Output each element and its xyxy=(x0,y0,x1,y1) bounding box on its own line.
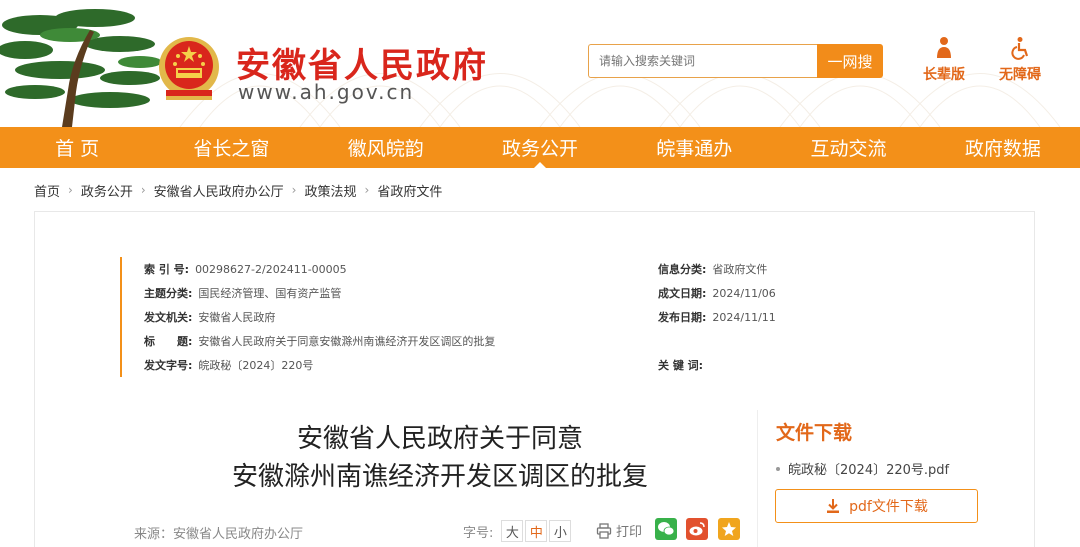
weibo-icon xyxy=(689,522,705,536)
meta-published-label: 发布日期: xyxy=(658,311,707,324)
meta-docno-value: 皖政秘〔2024〕220号 xyxy=(198,359,314,372)
font-large-button[interactable]: 大 xyxy=(501,520,524,542)
meta-issuer: 发文机关: 安徽省人民政府 xyxy=(144,309,275,325)
chevron-right-icon: › xyxy=(364,183,370,197)
elder-mode-label: 长辈版 xyxy=(923,67,965,83)
meta-category: 信息分类: 省政府文件 xyxy=(658,261,767,277)
chevron-right-icon: › xyxy=(140,183,146,197)
meta-topic: 主题分类: 国民经济管理、国有资产监管 xyxy=(144,285,341,301)
meta-keywords-label: 关 键 词: xyxy=(658,359,704,372)
elder-person-icon xyxy=(937,37,951,58)
download-icon xyxy=(827,499,840,513)
nav-item-data[interactable]: 政府数据 xyxy=(926,127,1080,168)
site-url: www.ah.gov.cn xyxy=(238,80,415,104)
meta-category-value: 省政府文件 xyxy=(712,263,768,276)
meta-index-label: 索 引 号: xyxy=(144,263,190,276)
document-metadata: 索 引 号: 00298627-2/202411-00005 主题分类: 国民经… xyxy=(120,257,820,377)
star-icon xyxy=(722,522,736,536)
document-source: 来源：安徽省人民政府办公厅 xyxy=(134,527,304,542)
search-button[interactable]: 一网搜 xyxy=(817,44,883,78)
meta-title-value: 安徽省人民政府关于同意安徽滁州南谯经济开发区调区的批复 xyxy=(198,335,496,348)
nav-item-culture[interactable]: 徽风皖韵 xyxy=(309,127,463,168)
font-medium-button[interactable]: 中 xyxy=(525,520,548,542)
meta-docno-label: 发文字号: xyxy=(144,359,193,372)
chevron-right-icon: › xyxy=(291,183,297,197)
meta-published: 发布日期: 2024/11/11 xyxy=(658,309,776,325)
printer-icon xyxy=(596,522,612,539)
meta-category-label: 信息分类: xyxy=(658,263,707,276)
accessibility-label: 无障碍 xyxy=(999,67,1041,83)
wechat-icon xyxy=(658,522,675,536)
breadcrumb-gov-affairs[interactable]: 政务公开 xyxy=(81,181,133,200)
document-title-line1: 安徽省人民政府关于同意 xyxy=(296,424,583,454)
font-size-controls: 字号: 大 中 小 xyxy=(463,520,572,542)
meta-topic-value: 国民经济管理、国有资产监管 xyxy=(198,287,342,300)
breadcrumb-docs[interactable]: 省政府文件 xyxy=(377,181,442,200)
download-file-name: 皖政秘〔2024〕220号.pdf xyxy=(788,463,950,478)
download-section-title: 文件下载 xyxy=(776,422,853,444)
meta-index-value: 00298627-2/202411-00005 xyxy=(195,262,347,276)
meta-created-value: 2024/11/06 xyxy=(712,286,776,300)
font-size-label: 字号: xyxy=(463,525,494,541)
download-file-link[interactable]: 皖政秘〔2024〕220号.pdf xyxy=(776,459,949,478)
breadcrumb-home[interactable]: 首页 xyxy=(34,181,60,200)
nav-item-gov-affairs[interactable]: 政务公开 xyxy=(463,127,617,168)
document-title: 安徽省人民政府关于同意 安徽滁州南谯经济开发区调区的批复 xyxy=(150,420,730,496)
print-button[interactable]: 打印 xyxy=(596,521,642,540)
wechat-share-icon[interactable] xyxy=(655,518,677,540)
national-emblem-icon xyxy=(159,37,219,100)
meta-index: 索 引 号: 00298627-2/202411-00005 xyxy=(144,261,347,277)
site-header: 安徽省人民政府 www.ah.gov.cn 一网搜 长辈版 无障碍 xyxy=(0,0,1080,127)
wheelchair-icon xyxy=(1011,37,1029,60)
breadcrumb: 首页 › 政务公开 › 安徽省人民政府办公厅 › 政策法规 › 省政府文件 xyxy=(34,180,442,200)
nav-item-services[interactable]: 皖事通办 xyxy=(617,127,771,168)
pine-tree-logo xyxy=(0,9,162,127)
main-nav: 首 页 省长之窗 徽风皖韵 政务公开 皖事通办 互动交流 政府数据 xyxy=(0,127,1080,168)
pdf-download-button[interactable]: pdf文件下载 xyxy=(775,489,978,523)
meta-title-label: 标 题: xyxy=(144,335,193,348)
bullet-icon xyxy=(776,466,780,471)
meta-issuer-label: 发文机关: xyxy=(144,311,193,324)
search-input[interactable] xyxy=(588,44,817,78)
sidebar-divider xyxy=(757,410,758,547)
nav-item-interaction[interactable]: 互动交流 xyxy=(771,127,925,168)
meta-title: 标 题: 安徽省人民政府关于同意安徽滁州南谯经济开发区调区的批复 xyxy=(144,333,495,349)
meta-keywords: 关 键 词: xyxy=(658,357,709,373)
breadcrumb-policy[interactable]: 政策法规 xyxy=(304,181,356,200)
accessibility-button[interactable]: 无障碍 xyxy=(992,36,1048,84)
meta-created-label: 成文日期: xyxy=(658,287,707,300)
weibo-share-icon[interactable] xyxy=(686,518,708,540)
pdf-download-label: pdf文件下载 xyxy=(849,499,928,515)
print-label: 打印 xyxy=(616,525,643,540)
favorite-icon[interactable] xyxy=(718,518,740,540)
elder-mode-button[interactable]: 长辈版 xyxy=(916,36,972,84)
meta-topic-label: 主题分类: xyxy=(144,287,193,300)
chevron-right-icon: › xyxy=(68,183,73,197)
font-small-button[interactable]: 小 xyxy=(549,520,572,542)
meta-docno: 发文字号: 皖政秘〔2024〕220号 xyxy=(144,357,313,373)
nav-item-home[interactable]: 首 页 xyxy=(0,127,154,168)
breadcrumb-office[interactable]: 安徽省人民政府办公厅 xyxy=(154,181,284,200)
meta-created: 成文日期: 2024/11/06 xyxy=(658,285,776,301)
nav-item-governor[interactable]: 省长之窗 xyxy=(154,127,308,168)
document-title-line2: 安徽滁州南谯经济开发区调区的批复 xyxy=(231,462,648,492)
meta-published-value: 2024/11/11 xyxy=(712,310,776,324)
meta-issuer-value: 安徽省人民政府 xyxy=(198,311,276,324)
